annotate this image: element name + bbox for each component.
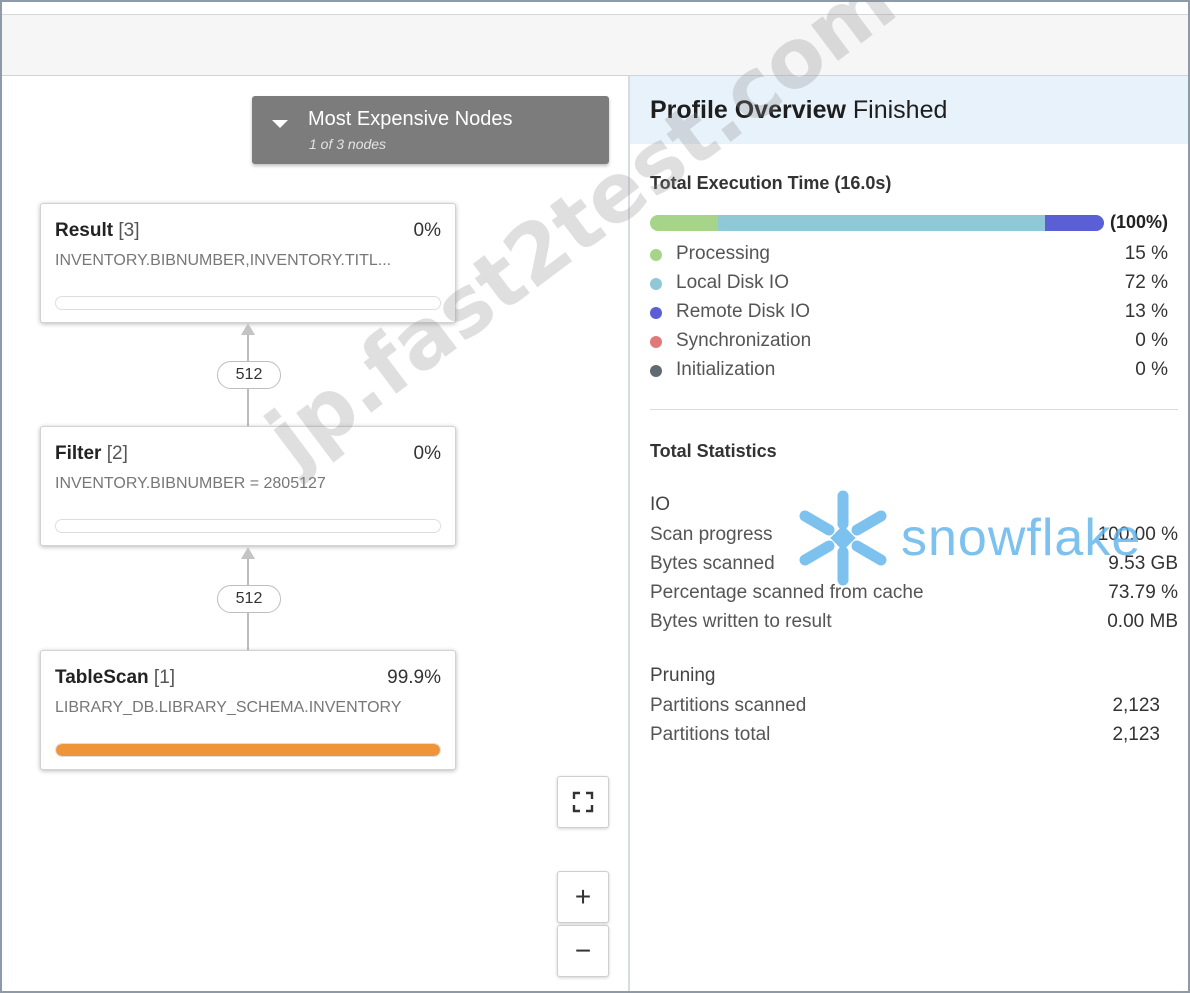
legend-dot-icon: [650, 249, 662, 261]
node-percent: 0%: [413, 220, 441, 241]
stat-bytes-written: Bytes written to result 0.00 MB: [650, 611, 1178, 632]
legend-initialization: Initialization 0 %: [650, 357, 1168, 385]
caret-down-icon: [272, 120, 288, 128]
legend-dot-icon: [650, 336, 662, 348]
zoom-in-button[interactable]: +: [557, 871, 609, 923]
legend-dot-icon: [650, 278, 662, 290]
profile-title: Profile Overview Finished: [650, 96, 948, 124]
section-divider: [650, 409, 1178, 410]
legend-remote-disk-io: Remote Disk IO 13 %: [650, 299, 1168, 327]
edge-row-count: 512: [217, 361, 281, 389]
execution-segment-processing: [650, 215, 719, 231]
fit-to-screen-button[interactable]: [557, 776, 609, 828]
stat-scan-progress: Scan progress 100.00 %: [650, 524, 1178, 545]
legend-local-disk-io: Local Disk IO 72 %: [650, 270, 1168, 298]
node-name: TableScan [1]: [55, 667, 176, 688]
node-description: INVENTORY.BIBNUMBER,INVENTORY.TITL...: [55, 252, 392, 269]
plan-node-tablescan[interactable]: TableScan [1] 99.9% LIBRARY_DB.LIBRARY_S…: [40, 650, 456, 770]
profile-status: Finished: [852, 96, 948, 124]
profile-header: Profile Overview Finished: [630, 76, 1188, 144]
plan-node-result[interactable]: Result [3] 0% INVENTORY.BIBNUMBER,INVENT…: [40, 203, 456, 323]
node-description: LIBRARY_DB.LIBRARY_SCHEMA.INVENTORY: [55, 699, 402, 716]
stat-bytes-scanned: Bytes scanned 9.53 GB: [650, 553, 1178, 574]
node-cost-bar: [55, 296, 441, 310]
execution-time-bar: [650, 215, 1104, 231]
plan-node-filter[interactable]: Filter [2] 0% INVENTORY.BIBNUMBER = 2805…: [40, 426, 456, 546]
execution-segment-local-disk-io: [718, 215, 1045, 231]
statistics-title: Total Statistics: [650, 441, 777, 461]
node-cost-bar: [55, 743, 441, 757]
io-group-title: IO: [650, 494, 671, 515]
legend-processing: Processing 15 %: [650, 241, 1168, 269]
node-percent: 99.9%: [387, 667, 441, 688]
legend-dot-icon: [650, 307, 662, 319]
top-toolbar: [2, 14, 1188, 76]
stat-partitions-scanned: Partitions scanned 2,123: [650, 695, 1160, 716]
node-name: Result [3]: [55, 220, 140, 241]
legend-dot-icon: [650, 365, 662, 377]
dropdown-subtitle: 1 of 3 nodes: [309, 136, 387, 152]
node-name: Filter [2]: [55, 443, 128, 464]
node-cost-bar: [55, 519, 441, 533]
stat-partitions-total: Partitions total 2,123: [650, 724, 1160, 745]
stat-percentage-from-cache: Percentage scanned from cache 73.79 %: [650, 582, 1178, 603]
profile-overview-pane: Profile Overview Finished Total Executio…: [630, 76, 1188, 991]
expand-icon: [572, 791, 594, 813]
most-expensive-nodes-dropdown[interactable]: Most Expensive Nodes 1 of 3 nodes: [252, 96, 609, 164]
pruning-group-title: Pruning: [650, 665, 716, 686]
execution-total-percent: (100%): [1110, 212, 1169, 232]
execution-segment-remote-disk-io: [1044, 215, 1104, 231]
legend-synchronization: Synchronization 0 %: [650, 328, 1168, 356]
execution-time-title: Total Execution Time (16.0s): [650, 173, 892, 193]
edge-row-count: 512: [217, 585, 281, 613]
node-description: INVENTORY.BIBNUMBER = 2805127: [55, 475, 326, 492]
zoom-out-button[interactable]: −: [557, 925, 609, 977]
dropdown-title: Most Expensive Nodes: [308, 108, 513, 130]
node-percent: 0%: [413, 443, 441, 464]
